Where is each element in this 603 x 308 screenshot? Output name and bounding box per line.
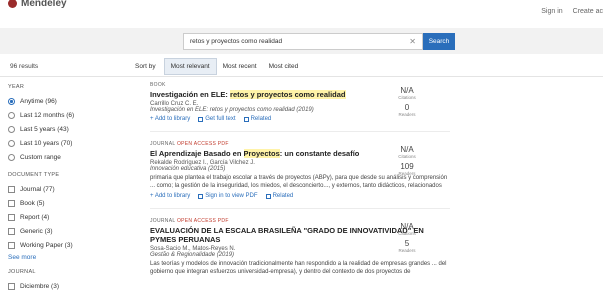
checkbox-icon[interactable]	[8, 241, 15, 249]
sign-in-to-view-pdf-link[interactable]: Sign in to view PDF	[198, 193, 258, 199]
sign-in-link[interactable]: Sign in	[541, 8, 562, 15]
radio-icon[interactable]	[8, 153, 15, 161]
mendeley-logo[interactable]: Mendeley	[8, 0, 67, 9]
see-more-link[interactable]: See more	[8, 254, 120, 261]
option-label: Custom range	[20, 153, 61, 161]
app-name: Mendeley	[21, 0, 67, 9]
result-metrics: N/A Citations 109 Readers	[392, 145, 422, 179]
option-label: Journal (77)	[20, 185, 55, 193]
top-links: Sign in Create ac	[541, 8, 603, 15]
results-list: BOOK Investigación en ELE: retos y proye…	[150, 82, 450, 294]
result-snippet: Las teorías y modelos de innovación trad…	[150, 261, 447, 275]
doctype-option[interactable]: Report (4)	[8, 210, 120, 224]
option-label: Report (4)	[20, 213, 50, 221]
checkbox-icon[interactable]	[8, 227, 15, 235]
readers-value: 109	[400, 162, 414, 171]
related-icon	[243, 116, 249, 122]
readers-label: Readers	[398, 171, 416, 176]
doctype-option[interactable]: Journal (77)	[8, 182, 120, 196]
facet-document-type: DOCUMENT TYPE Journal (77) Book (5) Repo…	[8, 172, 120, 261]
filter-sidebar: YEAR Anytime (96) Last 12 months (6) Las…	[8, 84, 120, 301]
sort-label: Sort by	[135, 62, 156, 70]
year-option[interactable]: Last 5 years (43)	[8, 122, 120, 136]
divider	[0, 76, 603, 77]
citations-value: N/A	[400, 86, 414, 95]
option-label: Last 12 months (6)	[20, 111, 75, 119]
checkbox-icon[interactable]	[8, 185, 15, 193]
get-full-text-link[interactable]: Get full text	[198, 116, 236, 122]
year-option[interactable]: Anytime (96)	[8, 94, 120, 108]
facet-journal: JOURNAL Diciembre (3)	[8, 269, 120, 293]
year-option[interactable]: Last 10 years (70)	[8, 136, 120, 150]
pdf-icon	[198, 193, 204, 199]
search-band: ✕ Search	[0, 28, 603, 54]
related-link[interactable]: Related	[265, 193, 293, 199]
clear-search-icon[interactable]: ✕	[409, 37, 416, 46]
result-metrics: N/A Citations 5 Readers	[392, 222, 422, 256]
radio-icon[interactable]	[8, 125, 15, 133]
facet-title: YEAR	[8, 84, 25, 90]
result-metrics: N/A Citations 0 Readers	[392, 86, 422, 120]
option-label: Working Paper (3)	[20, 241, 73, 249]
readers-value: 0	[404, 103, 410, 112]
sort-most-cited[interactable]: Most cited	[263, 59, 305, 74]
related-icon	[265, 193, 271, 199]
doctype-option[interactable]: Book (5)	[8, 196, 120, 210]
citations-label: Citations	[398, 154, 416, 159]
citations-label: Citations	[398, 231, 416, 236]
result-actions: + Add to library Sign in to view PDF Rel…	[150, 193, 450, 199]
readers-value: 5	[404, 239, 410, 248]
result-item: JOURNAL OPEN ACCESS PDF EVALUACIÓN DE LA…	[150, 218, 450, 285]
search-input[interactable]	[190, 38, 400, 45]
doctype-option[interactable]: Generic (3)	[8, 224, 120, 238]
journal-option[interactable]: Diciembre (3)	[8, 279, 120, 293]
checkbox-icon[interactable]	[8, 199, 15, 207]
citations-value: N/A	[400, 222, 414, 231]
facet-title: JOURNAL	[8, 269, 36, 275]
create-account-link[interactable]: Create ac	[573, 8, 603, 15]
related-link[interactable]: Related	[243, 116, 271, 122]
option-label: Anytime (96)	[20, 97, 57, 105]
option-label: Diciembre (3)	[20, 282, 60, 290]
radio-icon[interactable]	[8, 111, 15, 119]
add-to-library-link[interactable]: + Add to library	[150, 116, 190, 122]
year-option[interactable]: Last 12 months (6)	[8, 108, 120, 122]
doctype-option[interactable]: Working Paper (3)	[8, 238, 120, 252]
results-count: 96 results	[10, 63, 39, 70]
logo-icon	[8, 0, 17, 8]
sort-most-relevant[interactable]: Most relevant	[163, 57, 217, 75]
option-label: Last 10 years (70)	[20, 139, 73, 147]
top-bar: Mendeley Sign in Create ac	[0, 0, 603, 28]
facet-year: YEAR Anytime (96) Last 12 months (6) Las…	[8, 84, 120, 164]
facet-title: DOCUMENT TYPE	[8, 172, 60, 178]
citations-label: Citations	[398, 95, 416, 100]
option-label: Generic (3)	[20, 227, 53, 235]
search-box[interactable]: ✕	[183, 33, 423, 50]
sort-most-recent[interactable]: Most recent	[217, 59, 263, 74]
option-label: Book (5)	[20, 199, 45, 207]
radio-icon[interactable]	[8, 139, 15, 147]
readers-label: Readers	[398, 248, 416, 253]
result-item: JOURNAL OPEN ACCESS PDF El Aprendizaje B…	[150, 141, 450, 209]
checkbox-icon[interactable]	[8, 213, 15, 221]
search-button[interactable]: Search	[423, 33, 455, 50]
checkbox-icon[interactable]	[8, 282, 15, 290]
radio-selected-icon[interactable]	[8, 97, 15, 105]
option-label: Last 5 years (43)	[20, 125, 69, 133]
year-option[interactable]: Custom range	[8, 150, 120, 164]
readers-label: Readers	[398, 112, 416, 117]
external-link-icon	[198, 116, 204, 122]
result-item: BOOK Investigación en ELE: retos y proye…	[150, 82, 450, 132]
add-to-library-link[interactable]: + Add to library	[150, 193, 190, 199]
sort-bar: Sort by Most relevant Most recent Most c…	[135, 57, 304, 75]
citations-value: N/A	[400, 145, 414, 154]
